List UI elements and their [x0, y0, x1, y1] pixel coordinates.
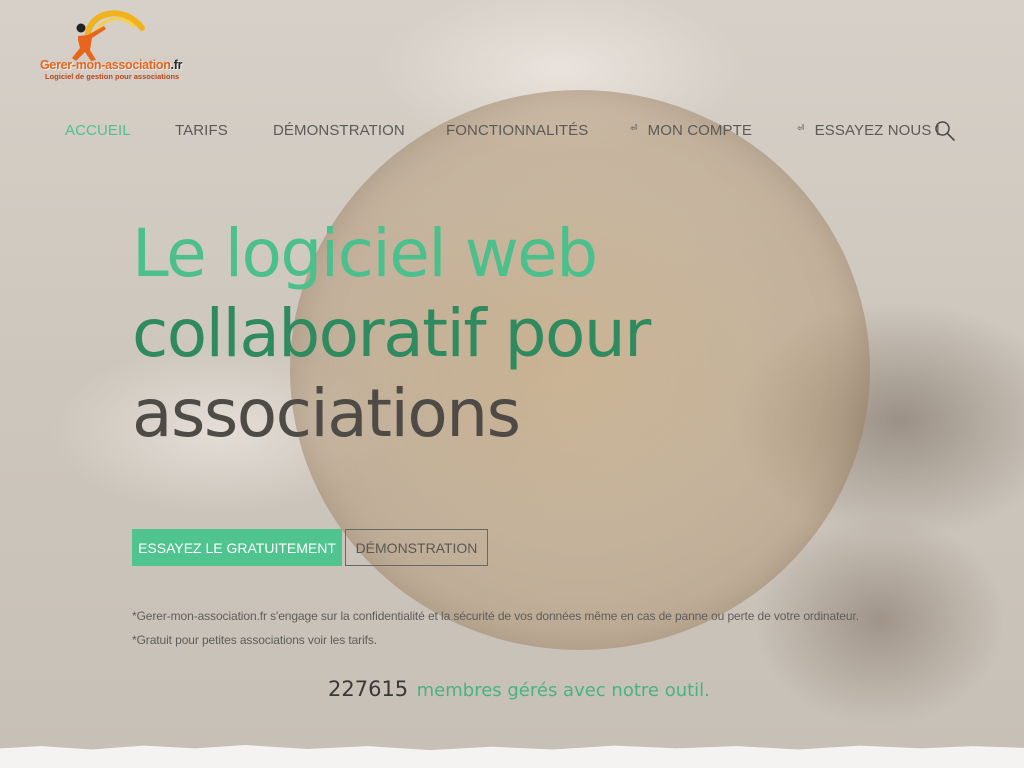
nav-item-tarifs[interactable]: TARIFS	[175, 122, 228, 139]
nav-item-mon-compte-label: MON COMPTE	[647, 122, 752, 139]
logo-figure-icon	[72, 10, 145, 61]
nav-item-essayez-nous-label: ESSAYEZ NOUS !	[814, 122, 940, 139]
nav-item-accueil[interactable]: ACCUEIL	[65, 122, 131, 139]
nav-item-fonctionnalites[interactable]: FONCTIONNALITÉS	[446, 122, 588, 139]
hero-headline: Le logiciel web collaboratif pour associ…	[132, 214, 752, 454]
members-count: 227615	[328, 677, 409, 701]
members-count-label: membres gérés avec notre outil.	[416, 680, 710, 701]
logo-tagline: Logiciel de gestion pour associations	[45, 72, 180, 81]
nav-item-essayez-nous[interactable]: ⏎ ESSAYEZ NOUS !	[797, 122, 940, 139]
nav-item-mon-compte[interactable]: ⏎ MON COMPTE	[630, 122, 752, 139]
demo-button[interactable]: DÉMONSTRATION	[345, 529, 488, 566]
login-icon: ⏎	[797, 123, 805, 133]
hero-headline-line2: collaboratif pour	[132, 295, 651, 372]
search-icon[interactable]	[934, 120, 956, 142]
security-note: *Gerer-mon-association.fr s'engage sur l…	[132, 609, 859, 623]
members-counter: 227615 membres gérés avec notre outil.	[328, 677, 710, 701]
nav-item-demonstration[interactable]: DÉMONSTRATION	[273, 122, 405, 139]
main-nav: ACCUEIL TARIFS DÉMONSTRATION FONCTIONNAL…	[0, 122, 1024, 142]
try-free-button[interactable]: ESSAYEZ LE GRATUITEMENT	[132, 529, 342, 566]
login-icon: ⏎	[630, 123, 638, 133]
logo-wordmark: Gerer-mon-association.fr	[40, 58, 183, 72]
site-logo[interactable]: Gerer-mon-association.fr Logiciel de ges…	[40, 6, 190, 81]
hero-headline-line3: associations	[132, 375, 521, 452]
hero-headline-line1: Le logiciel web	[132, 215, 598, 292]
pricing-note: *Gratuit pour petites associations voir …	[132, 633, 378, 647]
